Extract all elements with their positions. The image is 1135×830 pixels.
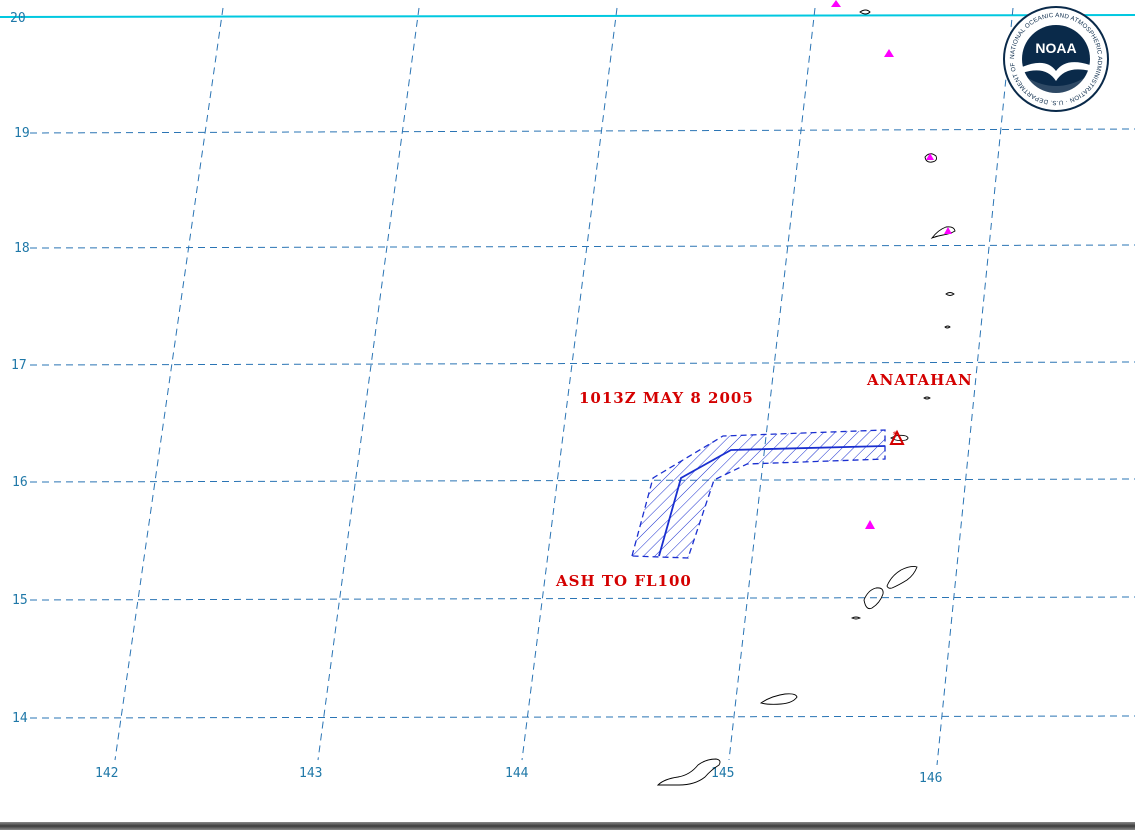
- lon-line-144: [521, 7, 618, 761]
- island-aguijan: [850, 616, 862, 620]
- lat-label-16: 16: [12, 475, 28, 490]
- noaa-logo-text: NOAA: [1035, 40, 1076, 56]
- lon-label-144: 144: [505, 766, 529, 781]
- volcano-marker-1-icon: [831, 0, 841, 7]
- longitude-labels: 142 143 144 145 146: [95, 766, 942, 786]
- lat-line-20: [0, 14, 1135, 18]
- island-rota: [759, 693, 798, 705]
- island-top: [859, 9, 871, 15]
- ash-layer-label: ASH TO FL100: [555, 572, 692, 590]
- lat-line-15: [29, 596, 1135, 601]
- lon-label-142: 142: [95, 766, 118, 781]
- lat-line-16: [29, 478, 1135, 483]
- lat-line-14: [29, 715, 1135, 719]
- lat-line-19: [29, 128, 1135, 134]
- lon-label-143: 143: [299, 766, 322, 781]
- ash-cloud: [631, 429, 886, 559]
- lat-label-15: 15: [12, 593, 28, 608]
- lat-label-14: 14: [12, 711, 28, 726]
- lon-line-143: [317, 7, 420, 761]
- lon-line-145: [728, 7, 816, 761]
- island-guguan: [944, 325, 951, 329]
- island-sarigan: [923, 396, 931, 400]
- volcanic-ash-map: 20 19 18 17 16 15 14 142 143 144 145 146: [0, 0, 1135, 786]
- volcano-marker-2-icon: [884, 49, 894, 57]
- lat-label-20: 20: [10, 11, 26, 26]
- noaa-logo: NOAA NATIONAL OCEANIC AND ATMOSPHERIC AD…: [1003, 6, 1109, 112]
- volcano-marker-5-icon: [865, 520, 875, 529]
- island-saipan: [886, 565, 918, 589]
- lat-label-19: 19: [14, 126, 30, 141]
- eruption-star-icon: *: [892, 430, 898, 441]
- latitude-labels: 20 19 18 17 16 15 14: [10, 11, 30, 726]
- island-alamagan: [945, 292, 955, 296]
- volcano-marker-4-icon: [944, 227, 952, 234]
- eruption-source: *: [889, 429, 905, 445]
- lat-line-18: [29, 244, 1135, 249]
- volcano-name-label: ANATAHAN: [866, 371, 973, 389]
- lat-label-17: 17: [11, 358, 27, 373]
- advisory-time-label: 1013Z MAY 8 2005: [579, 389, 754, 407]
- lat-label-18: 18: [14, 241, 30, 256]
- lat-line-17: [29, 361, 1135, 366]
- bottom-border: [0, 820, 1135, 830]
- latitude-grid: [0, 14, 1135, 719]
- lon-label-146: 146: [919, 771, 942, 786]
- island-tinian: [863, 587, 884, 610]
- island-pagan: [930, 226, 956, 240]
- lon-line-142: [114, 7, 224, 761]
